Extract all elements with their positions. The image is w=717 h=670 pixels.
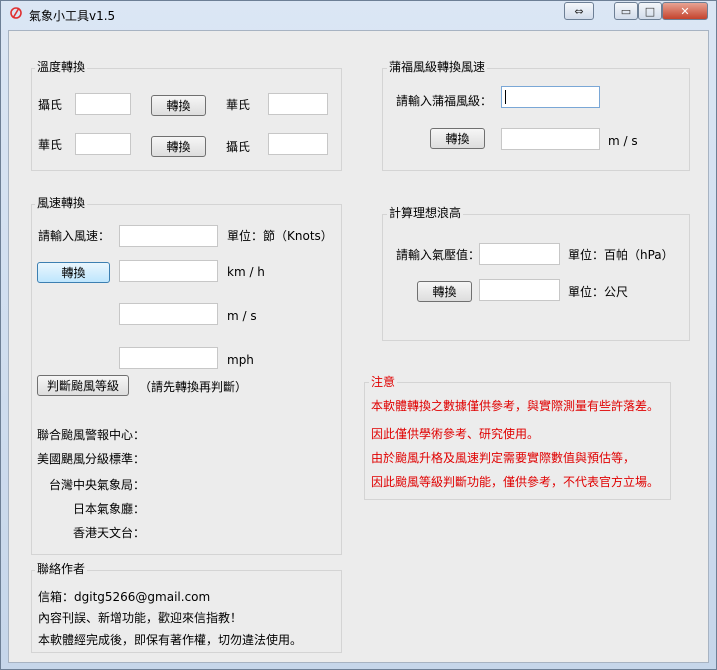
notice-line-2: 因此僅供學術參考、研究使用。 [371, 427, 540, 441]
contact-email: 信箱：dgitg5266@gmail.com [38, 590, 211, 604]
restore-arrows-button[interactable]: ⇔ [564, 2, 594, 20]
wave-height-result-field[interactable] [479, 279, 560, 301]
text-caret [505, 89, 506, 104]
wave-group [382, 214, 690, 341]
contact-feedback: 內容刊誤、新增功能，歡迎來信指教！ [38, 611, 243, 625]
beaufort-group [382, 68, 690, 171]
notice-line-1: 本軟體轉換之數據僅供參考，與實際測量有些許落差。 [371, 399, 660, 413]
close-button[interactable]: ✕ [662, 2, 708, 20]
wind-unit-label: 單位：節（Knots） [227, 229, 333, 243]
window-title: 氣象小工具v1.5 [29, 9, 116, 23]
kmh-unit: km / h [227, 265, 265, 279]
mph-result-field[interactable] [119, 347, 218, 369]
wind-input[interactable] [119, 225, 218, 247]
hko-label: 香港天文台： [73, 526, 146, 540]
beaufort-prompt: 請輸入蒲福風級： [396, 94, 493, 108]
celsius-label: 攝氏 [38, 98, 63, 112]
ms-unit: m / s [227, 309, 257, 323]
celsius-convert-button[interactable]: 轉換 [151, 95, 206, 116]
beaufort-result-field[interactable] [501, 128, 600, 150]
wind-convert-button[interactable]: 轉換 [37, 262, 110, 283]
wave-convert-button[interactable]: 轉換 [417, 281, 472, 302]
mph-unit: mph [227, 353, 254, 367]
notice-title: 注意 [369, 373, 398, 390]
notice-line-3: 由於颱風升格及風速判定需要實際數值與預估等， [371, 451, 636, 465]
pressure-input[interactable] [479, 243, 560, 265]
maximize-button[interactable]: □ [638, 2, 662, 20]
contact-copyright: 本軟體經完成後，即保有著作權，切勿違法使用。 [38, 633, 303, 647]
celsius-result-label: 攝氏 [226, 140, 251, 154]
title-bar[interactable]: 氣象小工具v1.5 ⇔ ▭ □ ✕ [1, 1, 716, 27]
beaufort-convert-button[interactable]: 轉換 [430, 128, 485, 149]
contact-group-title: 聯絡作者 [35, 560, 88, 577]
ms-result-field[interactable] [119, 303, 218, 325]
celsius-result-field[interactable] [268, 133, 328, 155]
temperature-group-title: 溫度轉換 [35, 58, 88, 75]
fahrenheit-convert-button[interactable]: 轉換 [151, 136, 206, 157]
beaufort-unit: m / s [608, 134, 638, 148]
jma-label: 日本氣象廳： [73, 502, 146, 516]
typhoon-level-button[interactable]: 判斷颱風等級 [37, 375, 129, 396]
cwb-label: 台灣中央氣象局： [49, 478, 146, 492]
judge-hint: （請先轉換再判斷） [139, 380, 248, 394]
app-window: 氣象小工具v1.5 ⇔ ▭ □ ✕ 溫度轉換 攝氏 轉換 華氏 華氏 轉換 攝氏… [0, 0, 717, 670]
notice-line-4: 因此颱風等級判斷功能，僅供參考，不代表官方立場。 [371, 475, 660, 489]
fahrenheit-label: 華氏 [38, 138, 63, 152]
pressure-prompt: 請輸入氣壓值： [396, 248, 481, 262]
beaufort-input[interactable] [501, 86, 600, 108]
wind-group-title: 風速轉換 [35, 194, 88, 211]
kmh-result-field[interactable] [119, 260, 218, 282]
fahrenheit-result-field[interactable] [268, 93, 328, 115]
us-hurricane-label: 美國颶風分級標準： [37, 452, 146, 466]
beaufort-group-title: 蒲福風級轉換風速 [387, 58, 488, 75]
minimize-button[interactable]: ▭ [614, 2, 638, 20]
jtwc-label: 聯合颱風警報中心： [37, 428, 146, 442]
celsius-input[interactable] [75, 93, 131, 115]
app-logo-icon [10, 7, 22, 19]
wave-group-title: 計算理想浪高 [387, 204, 464, 221]
main-panel: 溫度轉換 攝氏 轉換 華氏 華氏 轉換 攝氏 蒲福風級轉換風速 請輸入蒲福風級：… [8, 30, 709, 663]
pressure-unit: 單位：百帕（hPa） [568, 248, 674, 262]
wind-prompt: 請輸入風速： [38, 229, 111, 243]
fahrenheit-input[interactable] [75, 133, 131, 155]
wave-height-unit: 單位：公尺 [568, 285, 629, 299]
fahrenheit-result-label: 華氏 [226, 98, 251, 112]
